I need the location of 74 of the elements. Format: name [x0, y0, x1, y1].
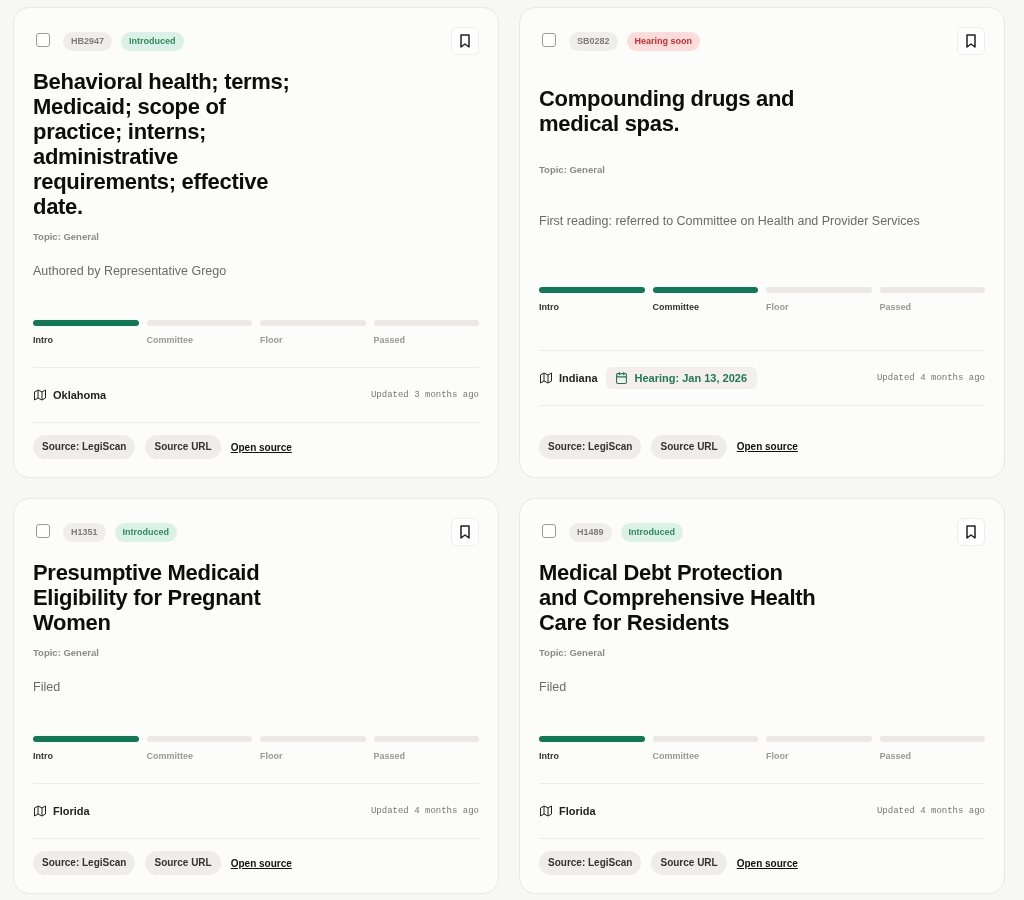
source-tag: Source: LegiScan: [539, 851, 642, 875]
checkbox[interactable]: [36, 523, 50, 538]
bookmark-icon: [966, 34, 976, 48]
stage-label: Intro: [539, 300, 559, 313]
status-tag: Introduced: [620, 522, 684, 542]
state-name: Indiana: [559, 372, 598, 385]
source-tag: Source URL: [145, 435, 221, 459]
stage-label: Committee: [146, 334, 193, 346]
bookmark-icon: [460, 525, 470, 539]
topic-label: Topic: General: [33, 230, 100, 243]
topic-label: Topic: General: [33, 646, 100, 659]
updated-time: Updated 4 months ago: [876, 806, 985, 816]
bookmark-button[interactable]: [451, 27, 479, 55]
hearing-date: Hearing: Jan 13, 2026: [634, 372, 748, 385]
stage-label: Floor: [260, 750, 283, 762]
state-name: Florida: [53, 805, 90, 817]
stage-label: Passed: [373, 750, 406, 762]
bill-title: Compounding drugs and medical spas.: [539, 85, 796, 136]
map-icon: [540, 805, 552, 817]
checkbox[interactable]: [542, 523, 556, 538]
source-tag: Source: LegiScan: [33, 851, 136, 875]
source-tag: Source URL: [651, 434, 727, 459]
map-icon: [34, 805, 46, 817]
stage-label: Committee: [652, 300, 699, 313]
stage-label: Committee: [146, 750, 193, 762]
bookmark-icon: [966, 525, 976, 539]
status-tag: Introduced: [114, 522, 178, 542]
bookmark-button[interactable]: [451, 518, 479, 546]
stage-label: Passed: [373, 334, 406, 346]
source-tag: Source URL: [651, 851, 727, 875]
checkbox[interactable]: [542, 32, 556, 47]
stage-label: Committee: [652, 750, 699, 762]
status-tag: Hearing soon: [626, 31, 701, 51]
stage-label: Passed: [879, 300, 912, 313]
map-icon: [34, 389, 46, 401]
stage-label: Floor: [260, 334, 283, 346]
state-name: Florida: [559, 805, 596, 817]
bill-description: First reading: referred to Committee on Health and Provider Services: [539, 212, 921, 230]
bill-number-tag: H1489: [569, 522, 612, 542]
updated-time: Updated 4 months ago: [370, 806, 479, 816]
open-source-link[interactable]: Open source: [736, 441, 798, 453]
source-tag: Source URL: [145, 851, 221, 875]
bookmark-icon: [460, 34, 470, 48]
bill-description: Filed: [539, 679, 568, 696]
source-tag: Source: LegiScan: [539, 434, 642, 459]
topic-label: Topic: General: [539, 646, 606, 659]
stage-label: Floor: [766, 300, 789, 313]
bill-number-tag: HB2947: [63, 31, 113, 51]
calendar-icon: [615, 372, 627, 385]
bill-number-tag: SB0282: [569, 31, 618, 51]
updated-time: Updated 3 months ago: [370, 390, 479, 400]
stage-label: Floor: [766, 750, 789, 762]
state-name: Oklahoma: [53, 389, 107, 401]
bill-description: Filed: [33, 679, 62, 696]
open-source-link[interactable]: Open source: [736, 857, 798, 869]
open-source-link[interactable]: Open source: [230, 441, 292, 453]
source-tag: Source: LegiScan: [33, 435, 136, 459]
bill-number-tag: H1351: [63, 522, 106, 542]
stage-label: Intro: [539, 750, 559, 762]
bill-title: Medical Debt Protection and Comprehensive Health Care for Residents: [539, 560, 817, 635]
bill-title: Presumptive Medicaid Eligibility for Pregnant Women: [33, 560, 262, 635]
updated-time: Updated 4 months ago: [876, 373, 985, 384]
bill-description: Authored by Representative Grego: [33, 263, 228, 280]
stage-label: Intro: [33, 750, 53, 762]
open-source-link[interactable]: Open source: [230, 857, 292, 869]
topic-label: Topic: General: [539, 163, 606, 177]
stage-label: Passed: [879, 750, 912, 762]
checkbox[interactable]: [36, 32, 50, 47]
stage-label: Intro: [33, 334, 53, 346]
bookmark-button[interactable]: [957, 518, 985, 546]
bill-title: Behavioral health; terms; Medicaid; scope of practice; interns; administrative requirements; effective date.: [33, 69, 291, 219]
map-icon: [540, 372, 552, 385]
bookmark-button[interactable]: [957, 27, 985, 55]
status-tag: Introduced: [121, 31, 184, 51]
